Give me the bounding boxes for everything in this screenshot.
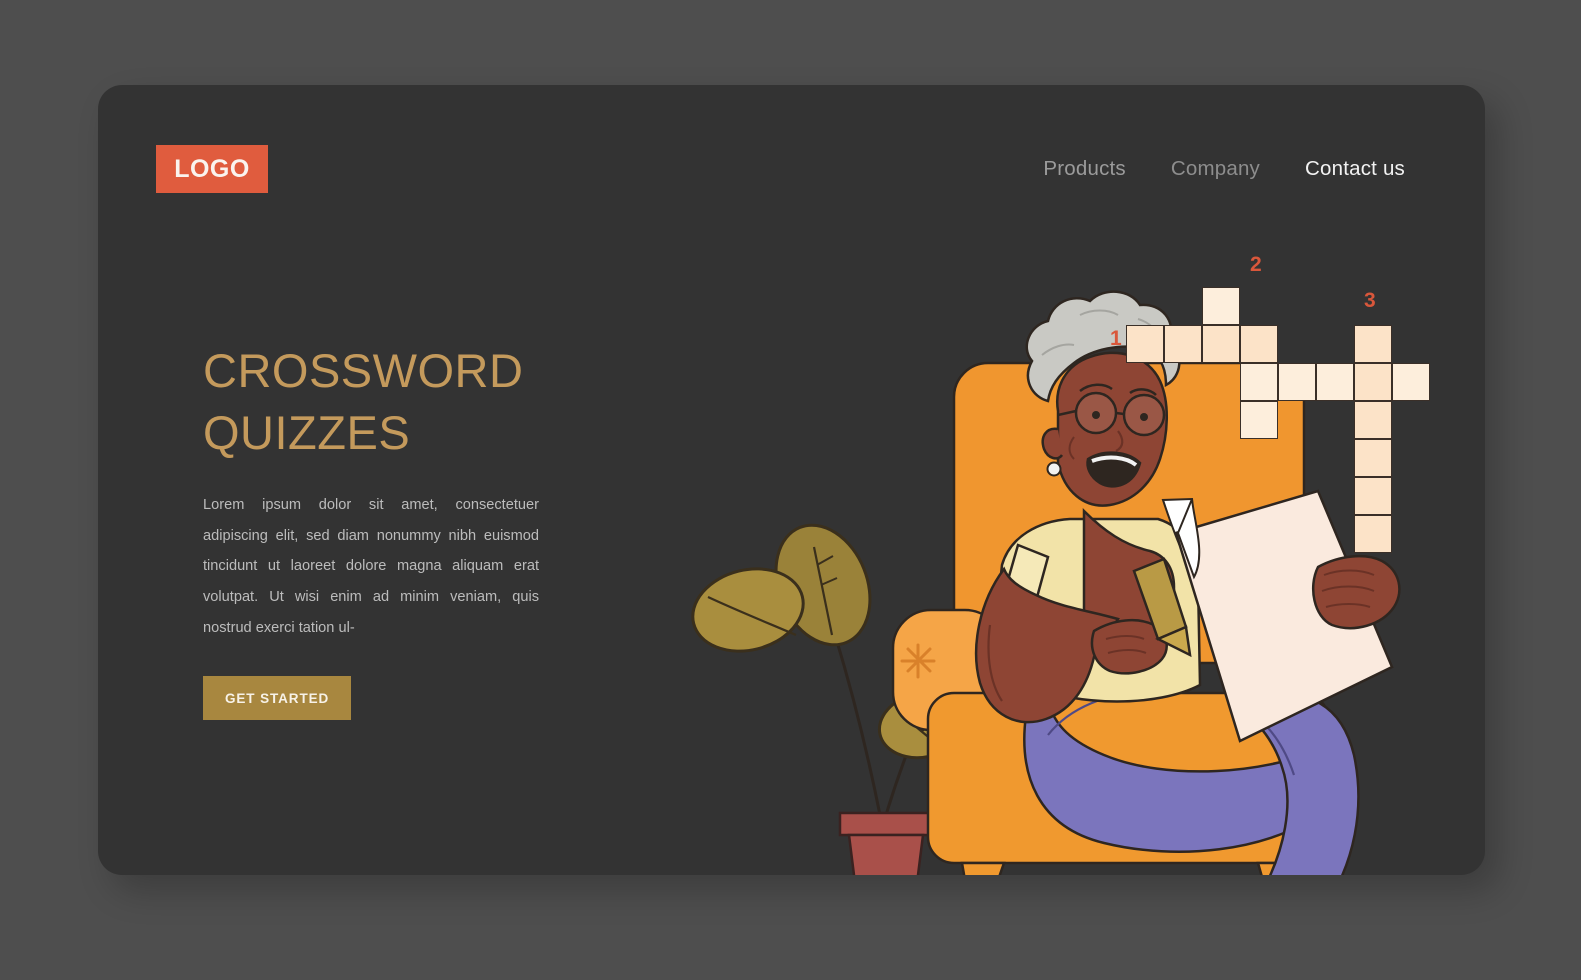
crossword-cell[interactable] [1240, 325, 1278, 363]
logo-label: LOGO [174, 154, 250, 183]
main-navigation: Products Company Contact us [1043, 157, 1405, 181]
crossword-clue-number-1: 1 [1110, 327, 1122, 350]
crossword-clue-number-2: 2 [1250, 253, 1262, 276]
crossword-cell[interactable] [1354, 477, 1392, 515]
get-started-button[interactable]: GET STARTED [203, 676, 352, 721]
logo-badge[interactable]: LOGO [156, 145, 268, 193]
crossword-clue-number-3: 3 [1364, 289, 1376, 312]
crossword-grid: 1 2 3 [1102, 253, 1432, 555]
crossword-cell[interactable] [1316, 363, 1354, 401]
nav-item-company[interactable]: Company [1171, 157, 1260, 181]
crossword-cell[interactable] [1126, 325, 1164, 363]
hero-paragraph: Lorem ipsum dolor sit amet, consectetuer… [203, 497, 539, 636]
crossword-cell[interactable] [1354, 439, 1392, 477]
crossword-cell[interactable] [1354, 325, 1392, 363]
crossword-cell[interactable] [1354, 363, 1392, 401]
site-header: LOGO Products Company Contact us [98, 85, 1485, 205]
crossword-cell[interactable] [1354, 401, 1392, 439]
nav-item-contact-us[interactable]: Contact us [1305, 157, 1405, 181]
crossword-cell[interactable] [1278, 363, 1316, 401]
crossword-cell[interactable] [1202, 287, 1240, 325]
hero-copy-block: CROSSWORD QUIZZES Lorem ipsum dolor sit … [203, 340, 548, 721]
crossword-cell[interactable] [1240, 363, 1278, 401]
page-title: CROSSWORD QUIZZES [203, 344, 524, 460]
crossword-cell[interactable] [1202, 325, 1240, 363]
crossword-cell[interactable] [1240, 401, 1278, 439]
landing-page-card: LOGO Products Company Contact us CROSSWO… [98, 85, 1485, 875]
nav-item-products[interactable]: Products [1043, 157, 1126, 181]
crossword-cell[interactable] [1392, 363, 1430, 401]
crossword-cell[interactable] [1354, 515, 1392, 553]
crossword-cell[interactable] [1164, 325, 1202, 363]
screenshot-root: LOGO Products Company Contact us CROSSWO… [0, 0, 1581, 980]
